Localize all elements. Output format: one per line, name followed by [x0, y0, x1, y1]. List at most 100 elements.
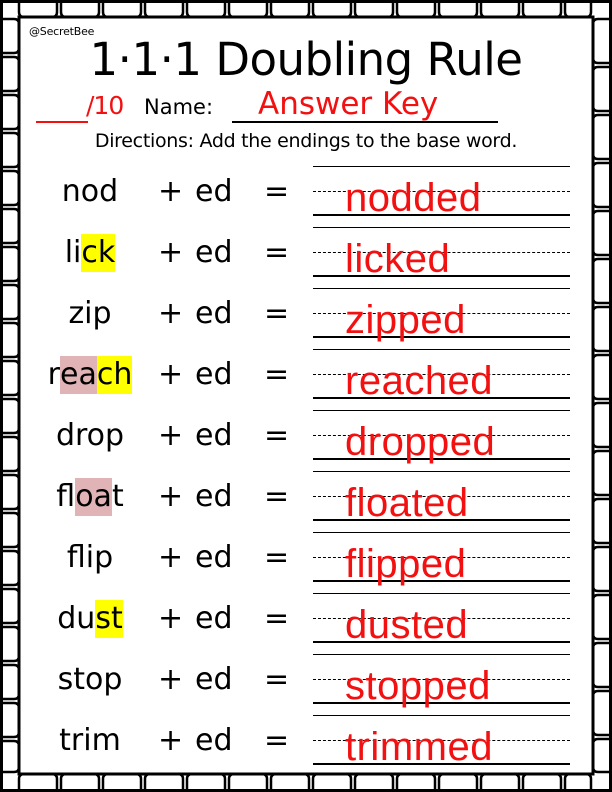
border-tile: [101, 772, 143, 790]
ending-suffix: ed: [195, 601, 233, 636]
ending-suffix: ed: [195, 723, 233, 758]
answer-text[interactable]: flipped: [345, 539, 466, 589]
base-word-segment: li: [64, 235, 82, 270]
base-word-highlight-yellow: ck: [81, 234, 116, 272]
writing-line-top: [313, 349, 570, 350]
border-tile: [227, 772, 269, 790]
score-blank[interactable]: [36, 121, 88, 123]
name-label: Name:: [144, 95, 214, 119]
name-field-value[interactable]: Answer Key: [258, 86, 438, 122]
base-word-highlight-yellow: ch: [96, 356, 133, 394]
border-tile: [17, 2, 59, 19]
base-word-highlight-pink: oa: [75, 478, 112, 516]
border-tile: [479, 2, 521, 19]
equals-sign: =: [264, 479, 290, 514]
plus-sign: +: [158, 540, 184, 575]
exercise-row: trim + ed = trimmed: [0, 715, 612, 776]
answer-text[interactable]: dropped: [345, 417, 495, 467]
writing-line-top: [313, 227, 570, 228]
exercise-row: reach + ed = reached: [0, 349, 612, 410]
answer-text[interactable]: nodded: [345, 173, 481, 223]
base-word: reach: [15, 355, 165, 395]
directions-text: Directions: Add the endings to the base …: [94, 130, 518, 152]
base-word-segment: r: [47, 357, 60, 392]
equals-sign: =: [264, 418, 290, 453]
ending-suffix: ed: [195, 296, 233, 331]
exercise-row: drop + ed = dropped: [0, 410, 612, 471]
border-tile: [563, 772, 593, 790]
border-tile: [395, 772, 437, 790]
equals-sign: =: [264, 540, 290, 575]
base-word: dust: [15, 599, 165, 639]
writing-line-top: [313, 654, 570, 655]
equals-sign: =: [264, 357, 290, 392]
equals-sign: =: [264, 296, 290, 331]
writing-line-top: [313, 410, 570, 411]
base-word-segment: du: [57, 601, 96, 636]
writing-line-top: [313, 593, 570, 594]
exercise-row: flip + ed = flipped: [0, 532, 612, 593]
exercise-row: dust + ed = dusted: [0, 593, 612, 654]
worksheet-title: 1·1·1 Doubling Rule: [89, 33, 523, 86]
equals-sign: =: [264, 235, 290, 270]
plus-sign: +: [158, 662, 184, 697]
ending-suffix: ed: [195, 540, 233, 575]
base-word: trim: [15, 721, 165, 761]
border-tile: [143, 2, 185, 19]
plus-sign: +: [158, 174, 184, 209]
base-word-segment: trim: [59, 723, 121, 758]
border-tile: [2, 93, 21, 131]
writing-line-top: [313, 288, 570, 289]
border-tile: [17, 772, 59, 790]
ending-suffix: ed: [195, 418, 233, 453]
equals-sign: =: [264, 174, 290, 209]
border-tile: [269, 2, 311, 19]
plus-sign: +: [158, 601, 184, 636]
writing-line-top: [313, 471, 570, 472]
exercise-row: stop + ed = stopped: [0, 654, 612, 715]
score-total: /10: [86, 91, 124, 120]
border-tile: [185, 2, 227, 19]
border-tile: [311, 2, 353, 19]
border-tile: [437, 2, 479, 19]
answer-text[interactable]: reached: [345, 356, 493, 406]
border-tile: [353, 772, 395, 790]
ending-suffix: ed: [195, 235, 233, 270]
border-tile: [59, 2, 101, 19]
answer-text[interactable]: licked: [345, 234, 450, 284]
exercise-row: zip + ed = zipped: [0, 288, 612, 349]
border-tile: [521, 2, 563, 19]
answer-text[interactable]: trimmed: [345, 722, 493, 772]
equals-sign: =: [264, 601, 290, 636]
base-word-segment: zip: [68, 296, 112, 331]
border-tile: [101, 2, 143, 19]
base-word-segment: drop: [55, 418, 125, 453]
base-word-segment: nod: [61, 174, 119, 209]
base-word-highlight-pink: ea: [59, 356, 97, 394]
answer-text[interactable]: stopped: [345, 661, 491, 711]
border-tile: [353, 2, 395, 19]
plus-sign: +: [158, 723, 184, 758]
ending-suffix: ed: [195, 479, 233, 514]
equals-sign: =: [264, 662, 290, 697]
base-word: lick: [15, 233, 165, 273]
base-word-segment: fl: [56, 479, 76, 514]
equals-sign: =: [264, 723, 290, 758]
writing-line-top: [313, 715, 570, 716]
plus-sign: +: [158, 357, 184, 392]
border-tile: [59, 772, 101, 790]
ending-suffix: ed: [195, 357, 233, 392]
base-word: zip: [15, 294, 165, 334]
border-tile: [521, 772, 563, 790]
border-tile: [311, 772, 353, 790]
plus-sign: +: [158, 418, 184, 453]
answer-text[interactable]: zipped: [345, 295, 466, 345]
base-word-segment: flip: [66, 540, 114, 575]
border-tile: [269, 772, 311, 790]
border-tile: [227, 2, 269, 19]
border-tile: [185, 772, 227, 790]
answer-text[interactable]: dusted: [345, 600, 468, 650]
answer-text[interactable]: floated: [345, 478, 469, 528]
writing-line-top: [313, 166, 570, 167]
border-tile: [395, 2, 437, 19]
